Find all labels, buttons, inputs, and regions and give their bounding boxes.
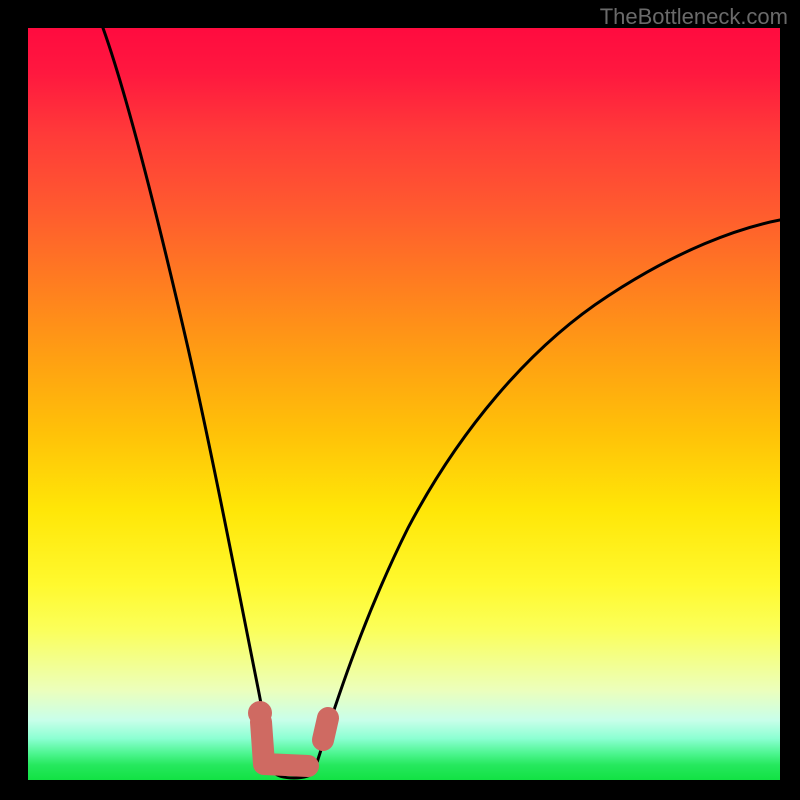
plot-area	[28, 28, 780, 780]
valley-l-marker	[261, 722, 308, 766]
valley-dot-marker	[248, 701, 272, 725]
right-tick-marker	[323, 718, 328, 740]
curve-svg	[28, 28, 780, 780]
watermark-text: TheBottleneck.com	[600, 4, 788, 30]
curve-left-branch	[103, 28, 273, 772]
curve-right-branch	[314, 220, 780, 772]
